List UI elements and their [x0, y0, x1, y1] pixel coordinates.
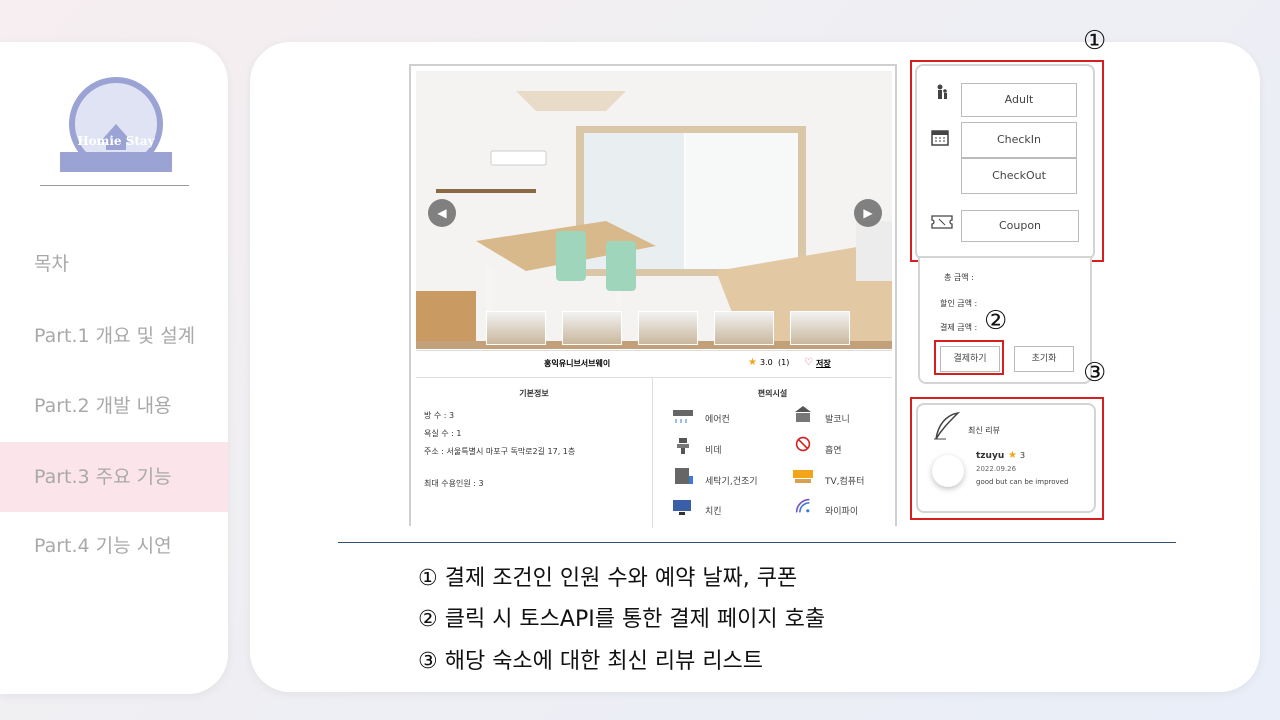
- tv-computer-icon: [793, 470, 813, 483]
- caption-1: ① 결제 조건인 인원 수와 예약 날짜, 쿠폰: [418, 566, 798, 591]
- sidebar-item-contents[interactable]: 목차: [0, 229, 228, 299]
- room-illustration: [416, 71, 892, 349]
- baths-text: 욕실 수 : 1: [424, 429, 462, 438]
- rooms-text: 방 수 : 3: [424, 411, 455, 420]
- thumbnail-3[interactable]: [638, 311, 698, 345]
- star-icon: ★: [748, 357, 757, 368]
- caption-2: ② 클릭 시 토스API를 통한 결제 페이지 호출: [418, 607, 826, 632]
- desktop-icon: [673, 500, 691, 515]
- listing-screenshot: ◀ ▶ 홍익유니브서브웨이 ★ 3.0 (1) ♡ 저장 기본정보 방 수 : …: [409, 64, 897, 528]
- basic-info-title: 기본정보: [519, 389, 549, 398]
- caption-divider: [338, 542, 1176, 543]
- highlight-box-1: [910, 60, 1104, 262]
- room-photo: ◀ ▶: [416, 71, 892, 349]
- amenity-label: 와이파이: [825, 507, 859, 517]
- caption-3: ③ 해당 숙소에 대한 최신 리뷰 리스트: [418, 649, 764, 674]
- wifi-icon: [795, 498, 810, 513]
- thumbnail-5[interactable]: [790, 311, 850, 345]
- discount-amount-label: 할인 금액 :: [940, 299, 978, 308]
- next-photo-button[interactable]: ▶: [854, 199, 882, 227]
- sidebar-divider: [40, 185, 189, 186]
- save-link[interactable]: 저장: [816, 358, 831, 369]
- sidebar: Homie Stay 목차 Part.1 개요 및 설계 Part.2 개발 내…: [0, 42, 228, 694]
- marker-1: ①: [1083, 26, 1107, 56]
- total-amount-label: 총 금액 :: [944, 273, 974, 282]
- thumbnail-4[interactable]: [714, 311, 774, 345]
- amenity-label: TV,컴퓨터: [825, 477, 865, 487]
- address-text: 주소 : 서울특별시 마포구 독막로2길 17, 1층: [424, 447, 576, 456]
- amenity-label: 비데: [705, 446, 722, 456]
- washer-dryer-icon: [675, 468, 693, 484]
- no-smoking-icon: [795, 436, 811, 452]
- amenity-label: 세탁기,건조기: [705, 477, 758, 487]
- sidebar-item-part1[interactable]: Part.1 개요 및 설계: [0, 301, 228, 371]
- max-guests-text: 최대 수용인원 : 3: [424, 479, 484, 488]
- listing-rating: 3.0: [760, 358, 773, 367]
- amenities-title: 편의시설: [757, 389, 788, 398]
- marker-3: ③: [1083, 358, 1107, 388]
- balcony-icon: [795, 406, 811, 422]
- amenity-label: 발코니: [825, 415, 850, 425]
- payment-amount-label: 결제 금액 :: [940, 323, 978, 332]
- prev-photo-button[interactable]: ◀: [428, 199, 456, 227]
- heart-icon[interactable]: ♡: [804, 357, 813, 368]
- marker-2: ②: [984, 306, 1008, 336]
- basic-info-section: 기본정보 방 수 : 3 욕실 수 : 1 주소 : 서울특별시 마포구 독막로…: [416, 378, 653, 528]
- thumbnail-2[interactable]: [562, 311, 622, 345]
- listing-name: 홍익유니브서브웨이: [544, 359, 611, 368]
- bidet-icon: [677, 438, 689, 454]
- thumbnail-1[interactable]: [486, 311, 546, 345]
- reset-button[interactable]: 초기화: [1014, 346, 1074, 372]
- air-conditioner-icon: [673, 410, 693, 423]
- amenity-label: 치킨: [705, 507, 722, 517]
- sidebar-item-part4[interactable]: Part.4 기능 시연: [0, 511, 228, 581]
- listing-review-count: (1): [778, 358, 790, 367]
- highlight-box-2: [934, 340, 1004, 375]
- amenity-label: 에어컨: [705, 415, 730, 425]
- logo-text: Homie Stay: [77, 134, 155, 148]
- sidebar-item-part3[interactable]: Part.3 주요 기능: [0, 442, 228, 512]
- sidebar-item-part2[interactable]: Part.2 개발 내용: [0, 371, 228, 441]
- highlight-box-3: [910, 397, 1104, 520]
- homie-stay-logo: [60, 77, 172, 172]
- amenities-section: 편의시설 에어컨 발코니 비데 흡연 세탁기,건조기 TV,컴퓨터 치킨 와이파…: [653, 378, 892, 528]
- listing-title-bar: 홍익유니브서브웨이 ★ 3.0 (1) ♡ 저장: [416, 350, 892, 378]
- amenity-label: 흡연: [825, 446, 842, 456]
